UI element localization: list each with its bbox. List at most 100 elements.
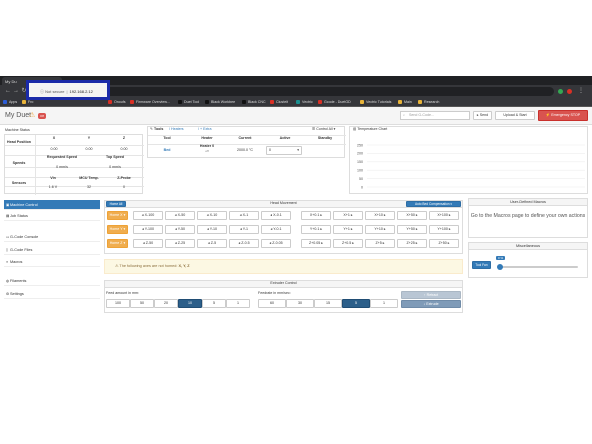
- forward-icon[interactable]: →: [12, 87, 20, 95]
- jog-button[interactable]: X+1 ▸: [333, 211, 363, 220]
- tool-bed-link[interactable]: Bed: [150, 148, 184, 153]
- sidebar-item-label: G-Code Files: [10, 248, 33, 252]
- bookmark-apps[interactable]: Apps: [3, 99, 17, 106]
- back-icon[interactable]: ←: [4, 87, 12, 95]
- bookmark-item[interactable]: Black CNC: [242, 99, 266, 106]
- chart-tick-label: 0: [361, 185, 363, 189]
- temperature-chart-label: Temperature Chart: [357, 127, 388, 131]
- heaters-tab[interactable]: / Heaters: [169, 127, 184, 132]
- feed-amount-option[interactable]: 20: [154, 299, 178, 308]
- bookmark-item[interactable]: Firmware Overview...: [130, 99, 170, 106]
- gcode-input[interactable]: ⌕ Send G-Code...: [400, 111, 470, 120]
- heater-0-current: 2000.0 °C: [236, 148, 254, 152]
- jog-button[interactable]: ◂ Y-0.1: [261, 225, 291, 234]
- feedrate-option[interactable]: 15: [314, 299, 342, 308]
- feed-amount-option[interactable]: 100: [106, 299, 130, 308]
- jog-button[interactable]: ◂ X-100: [133, 211, 163, 220]
- sidebar-item-gcode-files[interactable]: ▯ G-Code Files: [4, 245, 100, 255]
- jog-button[interactable]: Y+0.1 ▸: [301, 225, 331, 234]
- feed-amount-option[interactable]: 50: [130, 299, 154, 308]
- jog-button[interactable]: Z+25 ▸: [397, 239, 427, 248]
- sidebar-item-machine-control[interactable]: ▣ Machine Control: [4, 200, 100, 210]
- jog-button[interactable]: Z+50 ▸: [429, 239, 459, 248]
- axis-x-label: X: [52, 136, 56, 140]
- jog-button[interactable]: ◂ Z-0.5: [229, 239, 259, 248]
- extension-icon[interactable]: [558, 89, 563, 94]
- retract-button[interactable]: ↑ Retract: [401, 291, 461, 299]
- requested-speed-label: Requested Speed: [46, 155, 78, 159]
- bookmark-item[interactable]: Gcode - DuetGD: [318, 99, 351, 106]
- tool-fan-button[interactable]: Tool Fan: [472, 261, 491, 269]
- home-all-button[interactable]: Home All: [106, 201, 126, 207]
- profile-icon[interactable]: [567, 89, 572, 94]
- active-temp-input[interactable]: 0 ▾: [266, 146, 302, 155]
- jog-button[interactable]: X+50 ▸: [397, 211, 427, 220]
- bookmark-item[interactable]: Vectric Tutorials: [360, 99, 391, 106]
- emergency-stop-button[interactable]: ⚡ Emergency STOP: [538, 110, 588, 121]
- sidebar-item-job-status[interactable]: ▤ Job Status: [4, 211, 100, 221]
- feed-amount-option[interactable]: 1: [226, 299, 250, 308]
- jog-button[interactable]: ◂ Z-50: [133, 239, 163, 248]
- feed-amount-option[interactable]: 5: [202, 299, 226, 308]
- bookmark-item[interactable]: Black Workbee: [205, 99, 235, 106]
- fan-slider-track[interactable]: [500, 266, 578, 268]
- jog-button[interactable]: Z+0.05 ▸: [301, 239, 331, 248]
- jog-button[interactable]: Y+50 ▸: [397, 225, 427, 234]
- active-temp-value: 0: [269, 148, 271, 152]
- jog-button[interactable]: ◂ Y-100: [133, 225, 163, 234]
- bookmark-item[interactable]: Onoufs: [108, 99, 126, 106]
- sidebar-item-macros[interactable]: ≡ Macros: [4, 257, 100, 267]
- upload-start-button[interactable]: Upload & Start: [495, 111, 535, 120]
- chart-tick-label: 50: [359, 177, 363, 181]
- jog-button[interactable]: ◂ X-10: [197, 211, 227, 220]
- feed-amount-option[interactable]: 10: [178, 299, 202, 308]
- jog-button[interactable]: X+10 ▸: [365, 211, 395, 220]
- jog-button[interactable]: X+0.1 ▸: [301, 211, 331, 220]
- feedrate-option[interactable]: 5: [342, 299, 370, 308]
- home-x-button[interactable]: Home X ▾: [107, 211, 128, 220]
- jog-button[interactable]: ◂ X-1: [229, 211, 259, 220]
- jog-button[interactable]: ◂ Y-50: [165, 225, 195, 234]
- extrude-button[interactable]: ↓ Extrude: [401, 300, 461, 308]
- menu-icon[interactable]: ⋮: [577, 87, 585, 95]
- bookmark-item[interactable]: Clusteit: [270, 99, 288, 106]
- page: My Du ← → ↻ ⋮ Apps Fro Onoufs Firmware O…: [0, 0, 592, 444]
- jog-button[interactable]: ◂ Y-10: [197, 225, 227, 234]
- retract-label: Retract: [426, 293, 439, 297]
- jog-button[interactable]: ◂ Y-1: [229, 225, 259, 234]
- sidebar-item-settings[interactable]: ⚙ Settings: [4, 289, 100, 299]
- sensors-label: Sensors: [11, 181, 27, 185]
- bookmark-item[interactable]: Duet Tool: [178, 99, 199, 106]
- jog-button[interactable]: Z+0.5 ▸: [333, 239, 363, 248]
- jog-button[interactable]: Y+1 ▸: [333, 225, 363, 234]
- bookmark-item[interactable]: Research: [418, 99, 439, 106]
- send-button[interactable]: ▸ Send: [473, 111, 492, 120]
- auto-bed-compensation-button[interactable]: Auto Bed Compensation ▾: [406, 201, 461, 207]
- alert-axes: X, Y, Z: [178, 264, 190, 268]
- sidebar-item-filaments[interactable]: ◍ Filaments: [4, 276, 100, 286]
- tools-tab[interactable]: ✎ Tools: [150, 127, 163, 132]
- sidebar-item-gcode-console[interactable]: ▭ G-Code Console: [4, 232, 100, 242]
- fan-slider-handle[interactable]: [497, 264, 503, 270]
- jog-button[interactable]: Y+100 ▸: [429, 225, 459, 234]
- jog-button[interactable]: ◂ Z-25: [165, 239, 195, 248]
- home-z-button[interactable]: Home Z ▾: [107, 239, 128, 248]
- home-y-button[interactable]: Home Y ▾: [107, 225, 128, 234]
- jog-button[interactable]: X+100 ▸: [429, 211, 459, 220]
- jog-button[interactable]: ◂ Z-0.05: [261, 239, 291, 248]
- jog-button[interactable]: Z+5 ▸: [365, 239, 395, 248]
- jog-button[interactable]: ◂ X-50: [165, 211, 195, 220]
- jog-button[interactable]: ◂ Z-5: [197, 239, 227, 248]
- bookmark-item[interactable]: Vectric: [296, 99, 313, 106]
- jog-button[interactable]: ◂ X-0.1: [261, 211, 291, 220]
- feed-amount-label: Feed amount in mm:: [106, 291, 139, 295]
- control-all-dropdown[interactable]: ☰ Control All ▾: [312, 127, 335, 132]
- bookmark-item[interactable]: Fro: [22, 99, 33, 106]
- feedrate-option[interactable]: 60: [258, 299, 286, 308]
- bookmark-item[interactable]: Main: [398, 99, 412, 106]
- extra-tab[interactable]: / + Extra: [198, 127, 212, 132]
- url-display[interactable]: ⓘ Not secure | 192.168.2.12: [40, 88, 93, 95]
- jog-button[interactable]: Y+10 ▸: [365, 225, 395, 234]
- feedrate-option[interactable]: 30: [286, 299, 314, 308]
- feedrate-option[interactable]: 1: [370, 299, 398, 308]
